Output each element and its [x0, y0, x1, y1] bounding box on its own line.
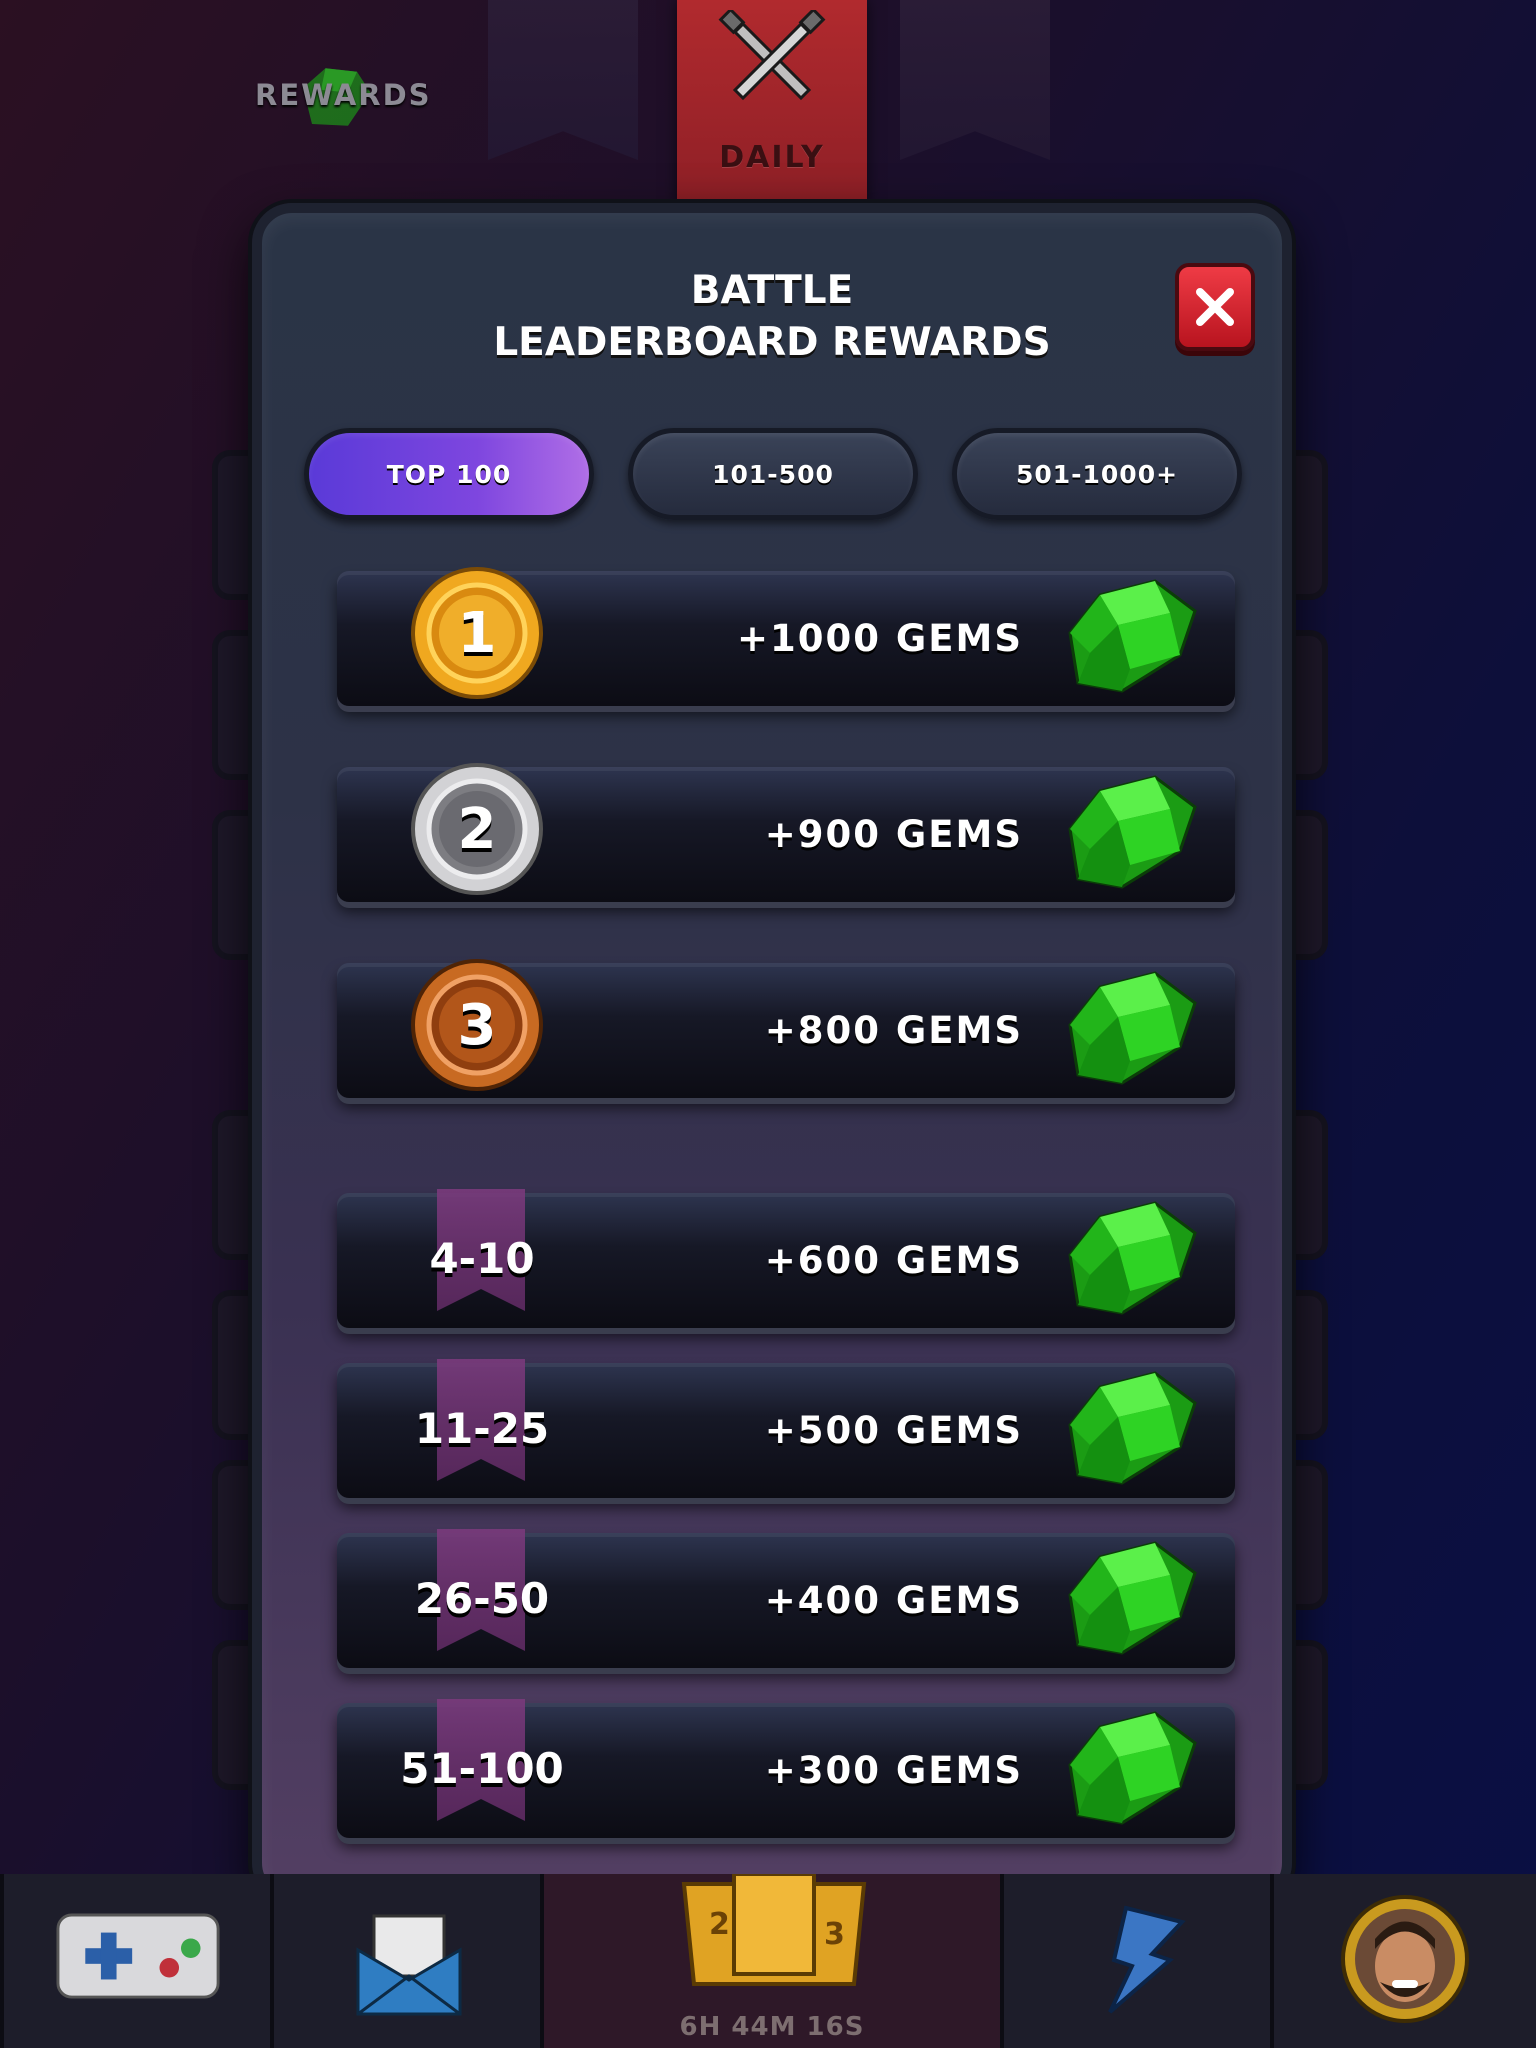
close-icon [1196, 288, 1234, 326]
reward-row-rank-3: 3 +800 GEMS [337, 959, 1235, 1098]
reward-row-rank-51-100: 51-100 +300 GEMS [337, 1699, 1235, 1838]
nav-powerups[interactable] [1000, 1874, 1270, 2048]
reward-value: +400 GEMS [764, 1579, 1023, 1622]
rank-range: 4-10 [429, 1233, 535, 1283]
reward-value: +600 GEMS [764, 1239, 1023, 1282]
tab-501-1000-plus[interactable]: 501-1000+ [952, 428, 1242, 520]
daily-tab[interactable]: DAILY [677, 0, 867, 205]
avatar [1341, 1895, 1469, 2023]
reward-row-rank-11-25: 11-25 +500 GEMS [337, 1359, 1235, 1498]
reward-row-rank-26-50: 26-50 +400 GEMS [337, 1529, 1235, 1668]
lightning-icon [1108, 1905, 1186, 2014]
leaderboard-rewards-modal: BATTLE LEADERBOARD REWARDS TOP 100 101-5… [252, 203, 1292, 1903]
tab-top-100[interactable]: TOP 100 [304, 428, 594, 520]
rank-range: 11-25 [414, 1403, 550, 1453]
svg-text:3: 3 [824, 1917, 845, 1952]
nav-mail[interactable] [270, 1874, 540, 2048]
countdown-timer: 6H 44M 16S [679, 2012, 865, 2042]
reward-value: +800 GEMS [764, 1009, 1023, 1052]
leaderboard-podium-icon: 2 3 [681, 1874, 867, 1986]
bottom-nav: 2 3 6H 44M 16S [0, 1874, 1536, 2048]
green-gem-icon [1068, 1541, 1197, 1655]
gamepad-icon [56, 1913, 220, 1999]
green-gem-icon [1068, 775, 1197, 889]
reward-value: +500 GEMS [764, 1409, 1023, 1452]
nav-leaderboard[interactable]: 2 3 6H 44M 16S [540, 1874, 1000, 2048]
rank-range: 26-50 [414, 1573, 550, 1623]
mail-icon [356, 1914, 462, 2016]
rank-number: 2 [457, 796, 497, 862]
green-gem-icon [1068, 971, 1197, 1085]
crossed-swords-icon [718, 10, 826, 101]
reward-value: +1000 GEMS [737, 617, 1023, 660]
rank-range: 51-100 [400, 1743, 564, 1793]
title-line-2: LEADERBOARD REWARDS [493, 320, 1051, 365]
reward-row-rank-1: 1 +1000 GEMS [337, 567, 1235, 706]
title-line-1: BATTLE [690, 268, 854, 313]
rewards-tab[interactable]: REWARDS [255, 78, 432, 112]
tab-101-500[interactable]: 101-500 [628, 428, 918, 520]
green-gem-icon [1068, 579, 1197, 693]
green-gem-icon [1068, 1371, 1197, 1485]
nav-play[interactable] [0, 1874, 270, 2048]
green-gem-icon [1068, 1201, 1197, 1315]
nav-profile[interactable] [1270, 1874, 1536, 2048]
reward-value: +900 GEMS [764, 813, 1023, 856]
modal-title: BATTLE LEADERBOARD REWARDS [262, 265, 1282, 369]
reward-row-rank-4-10: 4-10 +600 GEMS [337, 1189, 1235, 1328]
green-gem-icon [1068, 1711, 1197, 1825]
close-button[interactable] [1175, 263, 1255, 351]
daily-label: DAILY [719, 140, 825, 175]
rank-number: 3 [457, 992, 497, 1058]
reward-value: +300 GEMS [764, 1749, 1023, 1792]
background-tab-left [488, 0, 638, 160]
reward-row-rank-2: 2 +900 GEMS [337, 763, 1235, 902]
rank-number: 1 [457, 600, 497, 666]
background-tab-right [900, 0, 1050, 160]
svg-text:2: 2 [709, 1907, 730, 1942]
range-tabs: TOP 100 101-500 501-1000+ [304, 428, 1242, 520]
